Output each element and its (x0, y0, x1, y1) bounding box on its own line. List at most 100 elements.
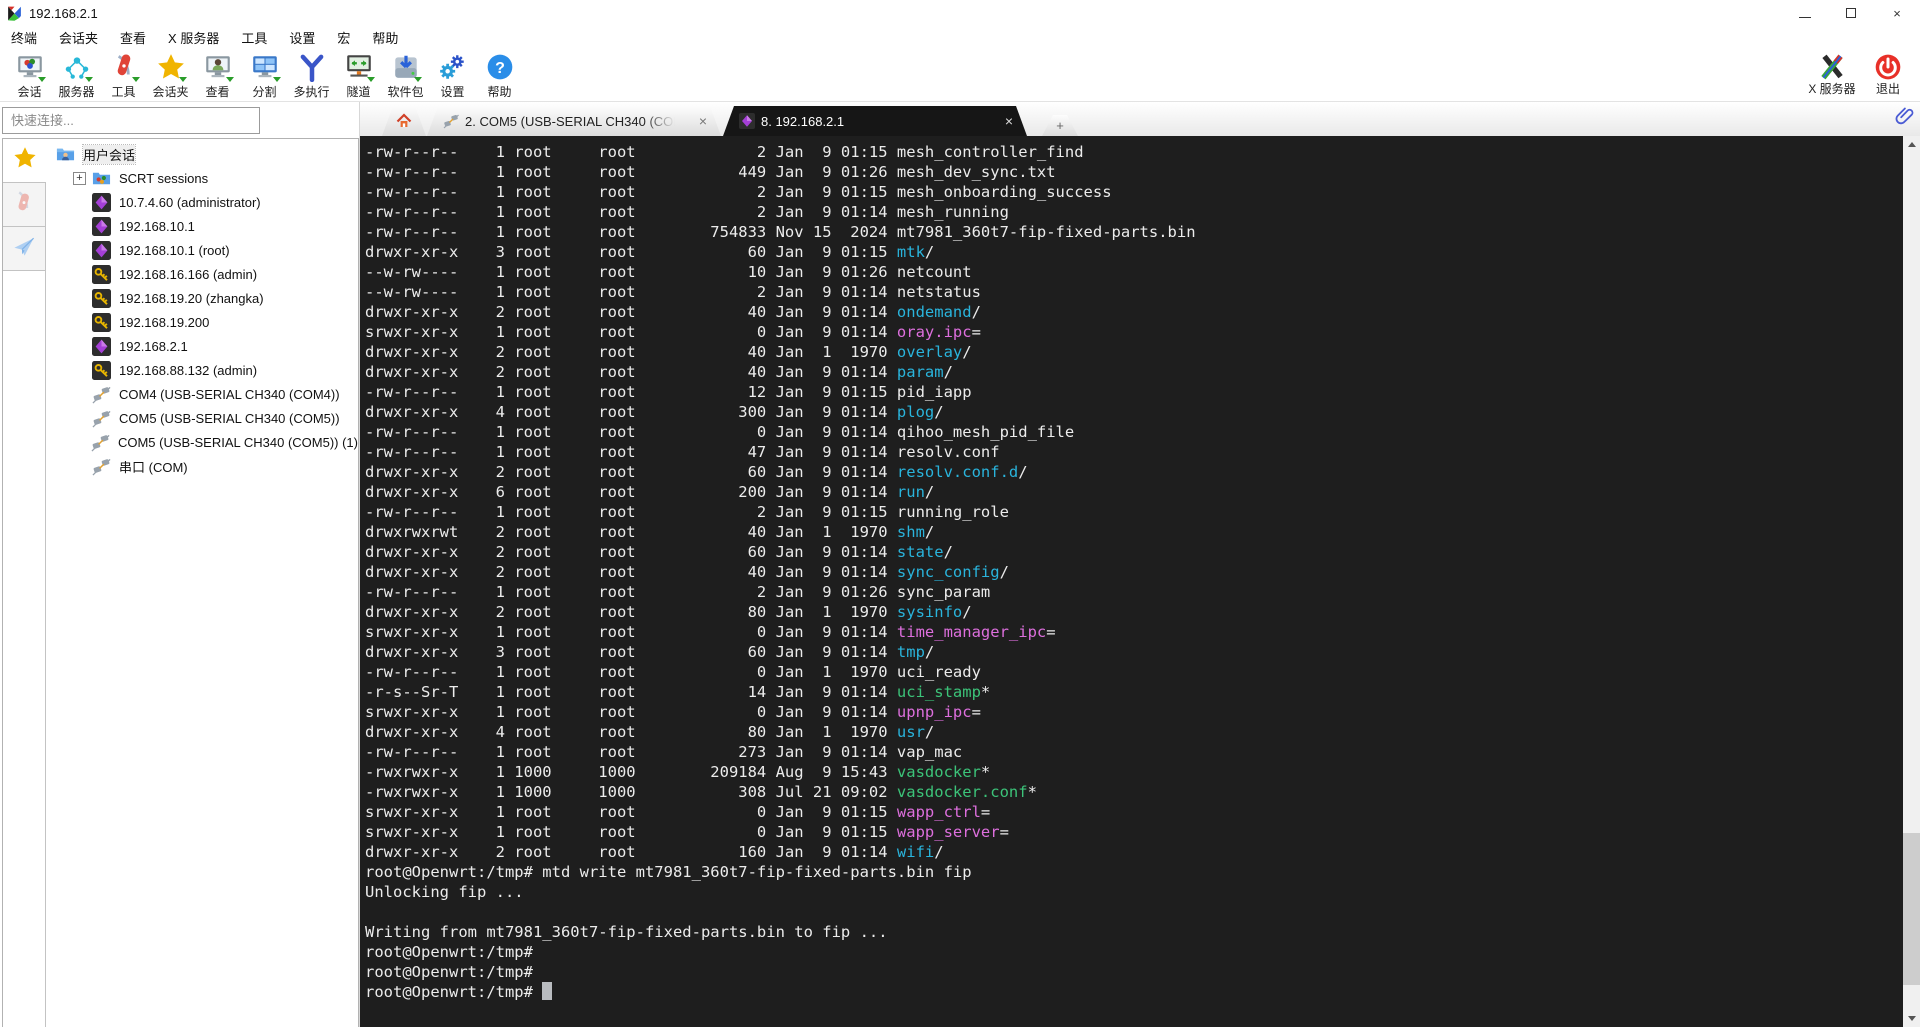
tree-item-13[interactable]: 串口 (COM) (46, 454, 358, 478)
quick-connect-input[interactable] (2, 107, 260, 134)
toolbar-button-tools[interactable]: 工具 (100, 50, 147, 100)
toolbar-button-packages[interactable]: 软件包 (382, 50, 429, 100)
key-icon (92, 264, 111, 284)
terminal-line: -r-s--Sr-T 1 root root 14 Jan 9 01:14 uc… (365, 683, 991, 701)
terminal-line: drwxr-xr-x 2 root root 160 Jan 9 01:14 w… (365, 843, 944, 861)
file-name: upnp_ipc (896, 703, 972, 721)
menu-item-0[interactable]: 终端 (0, 26, 48, 49)
strip-button-swiss-knife[interactable] (3, 183, 46, 227)
tree-item-8[interactable]: 192.168.2.1 (46, 334, 358, 358)
terminal-line: drwxr-xr-x 2 root root 60 Jan 9 01:14 re… (365, 463, 1028, 481)
tab-com5-session[interactable]: 2. COM5 (USB-SERIAL CH340 (COM5 × (427, 106, 721, 136)
dropdown-caret-icon (272, 77, 281, 82)
tree-item-10[interactable]: COM4 (USB-SERIAL CH340 (COM4)) (46, 382, 358, 406)
tab-close-icon[interactable]: × (997, 113, 1013, 129)
terminal-line: -rw-r--r-- 1 root root 449 Jan 9 01:26 m… (365, 163, 1056, 181)
terminal-line: -rw-r--r-- 1 root root 12 Jan 9 01:15 pi… (365, 383, 972, 401)
tree-item-9[interactable]: 192.168.88.132 (admin) (46, 358, 358, 382)
tree-item-3[interactable]: 192.168.10.1 (46, 214, 358, 238)
terminal-scrollbar[interactable] (1903, 136, 1920, 1027)
home-icon (396, 113, 412, 129)
terminal-line: root@Openwrt:/tmp# (365, 943, 533, 961)
tree-item-11[interactable]: COM5 (USB-SERIAL CH340 (COM5)) (46, 406, 358, 430)
tab-close-icon[interactable]: × (691, 113, 707, 129)
toolbar-button-servers[interactable]: 服务器 (53, 50, 100, 100)
strip-button-star[interactable] (3, 139, 46, 183)
toolbar-button-settings[interactable]: 设置 (429, 50, 476, 100)
close-button[interactable]: × (1874, 0, 1920, 26)
menu-item-6[interactable]: 宏 (326, 26, 361, 49)
toolbar-button-session[interactable]: 会话 (6, 50, 53, 100)
paperclip-icon[interactable] (1895, 105, 1915, 125)
expand-icon[interactable]: + (73, 171, 86, 185)
tunneling-icon (344, 52, 375, 82)
file-name: sync_config (896, 563, 1000, 581)
menu-item-2[interactable]: 查看 (109, 26, 157, 49)
toolbar-button-view[interactable]: 查看 (194, 50, 241, 100)
swiss-knife-icon (12, 190, 36, 219)
toolbar-button-x-server[interactable]: X 服务器 (1804, 50, 1860, 96)
tab-192-168-2-1[interactable]: 8. 192.168.2.1 × (723, 106, 1027, 136)
gem-icon (92, 240, 111, 260)
toolbar-right: X 服务器 退出 (1804, 50, 1916, 96)
scrollbar-thumb[interactable] (1903, 833, 1920, 985)
terminal-line: drwxr-xr-x 4 root root 80 Jan 1 1970 usr… (365, 723, 935, 741)
tree-item-7[interactable]: 192.168.19.200 (46, 310, 358, 334)
file-name: overlay (896, 343, 963, 361)
svg-text:?: ? (495, 59, 505, 77)
terminal-line: srwxr-xr-x 1 root root 0 Jan 9 01:15 wap… (365, 823, 1009, 841)
tree-item-label: 192.168.16.166 (admin) (119, 266, 258, 282)
toolbar-button-help[interactable]: ? 帮助 (476, 50, 523, 100)
new-tab-button[interactable]: + (1042, 115, 1078, 136)
tab-label: 8. 192.168.2.1 (761, 113, 845, 129)
tree-item-0[interactable]: 用户会话 (46, 142, 358, 166)
file-name: oray.ipc (896, 323, 972, 341)
menu-item-1[interactable]: 会话夹 (48, 26, 109, 49)
toolbar-button-power[interactable]: 退出 (1860, 50, 1916, 96)
toolbar-button-label: 会话夹 (152, 85, 189, 99)
file-name: mt7981_360t7-fip-fixed-parts.bin (896, 223, 1196, 241)
tree-item-label: 10.7.4.60 (administrator) (119, 194, 261, 210)
tree-item-12[interactable]: COM5 (USB-SERIAL CH340 (COM5)) (1) (46, 430, 358, 454)
tab-home[interactable] (382, 106, 426, 136)
toolbar-button-label: 查看 (205, 85, 230, 99)
split-icon (250, 52, 281, 82)
toolbar-button-tunneling[interactable]: 隧道 (335, 50, 382, 100)
toolbar-button-label: 分割 (252, 85, 277, 99)
menu-item-4[interactable]: 工具 (230, 26, 278, 49)
file-name: mtk (896, 243, 925, 261)
terminal-output[interactable]: -rw-r--r-- 1 root root 2 Jan 9 01:15 mes… (360, 136, 1903, 1027)
tree-item-label: COM5 (USB-SERIAL CH340 (COM5)) (1) (117, 434, 358, 450)
toolbar-button-sessions-star[interactable]: 会话夹 (147, 50, 194, 100)
toolbar-button-multiexec[interactable]: 多执行 (288, 50, 335, 100)
serial-plug-icon (443, 113, 459, 129)
terminal-line: Unlocking fip ... (365, 883, 524, 901)
menu-item-7[interactable]: 帮助 (361, 26, 409, 49)
tree-item-2[interactable]: 10.7.4.60 (administrator) (46, 190, 358, 214)
scroll-up-arrow-icon[interactable] (1903, 136, 1920, 153)
toolbar-button-split[interactable]: 分割 (241, 50, 288, 100)
terminal-cursor (542, 982, 553, 1000)
tree-item-5[interactable]: 192.168.16.166 (admin) (46, 262, 358, 286)
tree-item-label: 192.168.88.132 (admin) (119, 362, 258, 378)
toolbar-button-label: 多执行 (293, 85, 330, 99)
tree-item-label: 192.168.19.200 (119, 314, 210, 330)
menu-item-3[interactable]: X 服务器 (157, 26, 230, 49)
session-tree: 用户会话 + SCRT sessions 10.7.4.60 (administrat… (46, 139, 358, 1027)
key-icon (92, 288, 111, 308)
file-name: netcount (896, 263, 972, 281)
serial-plug-icon (92, 457, 111, 476)
tree-item-4[interactable]: 192.168.10.1 (root) (46, 238, 358, 262)
scroll-down-arrow-icon[interactable] (1903, 1010, 1920, 1027)
tree-item-1[interactable]: + SCRT sessions (46, 166, 358, 190)
maximize-button[interactable] (1828, 0, 1874, 26)
tree-item-6[interactable]: 192.168.19.20 (zhangka) (46, 286, 358, 310)
toolbar: 会话 服务器 工具 会话夹 查看 分割 多执行 隧道 软件包 设置? 帮助 X 服务器 退出 (0, 48, 1920, 102)
minimize-button[interactable] (1782, 0, 1828, 26)
terminal-line: drwxr-xr-x 2 root root 40 Jan 9 01:14 on… (365, 303, 981, 321)
tree-item-label: 192.168.2.1 (119, 338, 188, 354)
menu-item-5[interactable]: 设置 (278, 26, 326, 49)
strip-button-paper-plane[interactable] (3, 227, 46, 271)
file-name: mesh_dev_sync.txt (896, 163, 1056, 181)
